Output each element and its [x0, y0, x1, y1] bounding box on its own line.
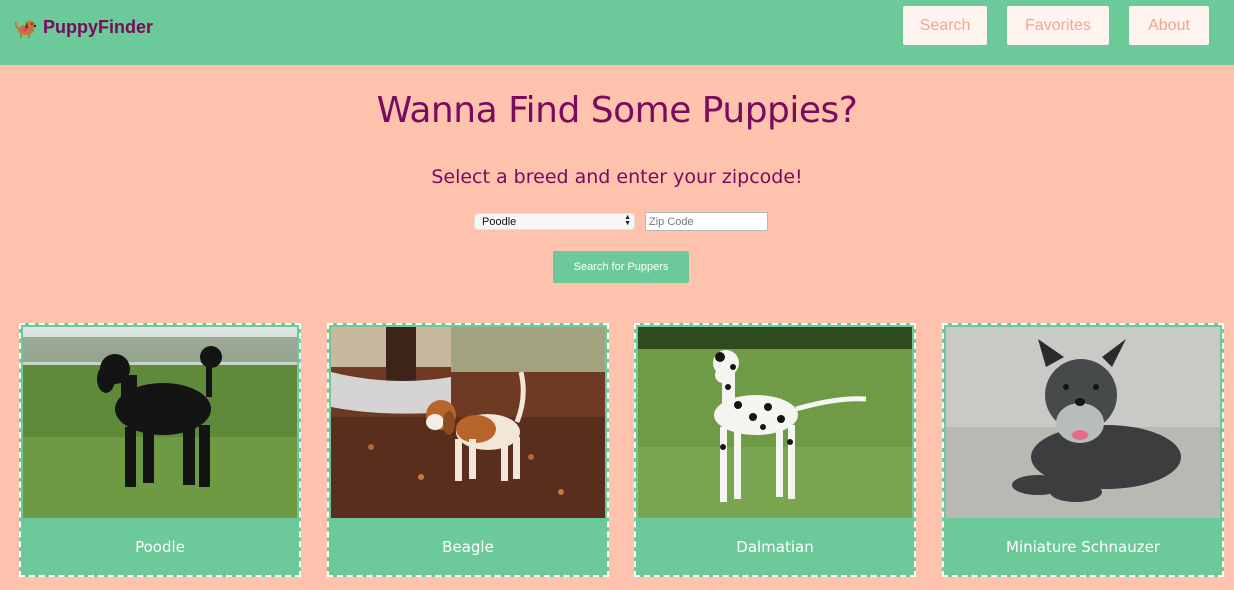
brand-name: PuppyFinder [43, 16, 154, 37]
nav-favorites-button[interactable]: Favorites [1007, 6, 1109, 45]
nav-search-button[interactable]: Search [903, 6, 987, 45]
nav-about-button[interactable]: About [1129, 6, 1209, 45]
page-title: Wanna Find Some Puppies? [376, 90, 858, 131]
breed-card-beagle[interactable]: Beagle [327, 323, 609, 577]
select-arrows-icon: ▲ ▼ [624, 214, 631, 227]
puppy-logo-icon [14, 20, 37, 38]
beagle-photo [331, 327, 605, 518]
dalmatian-photo [638, 327, 912, 518]
zip-code-input[interactable] [645, 212, 768, 231]
breed-card-label: Poodle [135, 537, 185, 556]
schnauzer-photo [946, 327, 1220, 518]
navbar: PuppyFinder Search Favorites About [0, 0, 1234, 65]
breed-card-dalmatian[interactable]: Dalmatian [634, 323, 916, 577]
breed-card-label: Dalmatian [736, 537, 814, 556]
brand-link[interactable]: PuppyFinder [10, 12, 153, 42]
breed-card-poodle[interactable]: Poodle [19, 323, 301, 577]
breed-select[interactable]: Poodle ▲ ▼ [474, 213, 635, 230]
breed-select-value: Poodle [482, 215, 517, 228]
breed-card-label: Miniature Schnauzer [1006, 537, 1160, 556]
search-puppers-button[interactable]: Search for Puppers [553, 251, 689, 283]
poodle-photo [23, 327, 297, 518]
breed-card-miniature-schnauzer[interactable]: Miniature Schnauzer [942, 323, 1224, 577]
breed-card-label: Beagle [442, 537, 494, 556]
page-subtitle: Select a breed and enter your zipcode! [431, 166, 803, 188]
